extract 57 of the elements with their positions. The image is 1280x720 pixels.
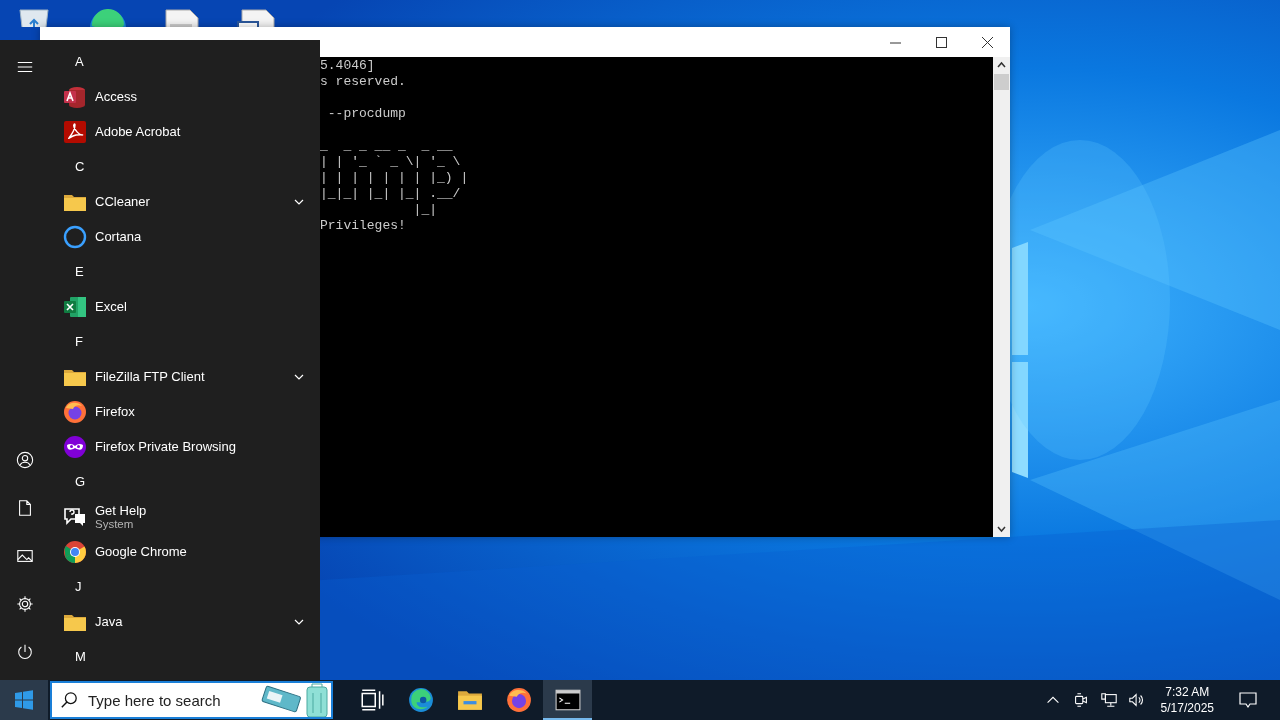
firefox-icon	[63, 399, 87, 424]
document-icon[interactable]	[16, 499, 34, 517]
pdf-icon	[63, 119, 87, 144]
user-icon[interactable]	[16, 451, 34, 469]
console-line: _ _ _ __ _ _ __	[320, 138, 453, 154]
clock[interactable]: 7:32 AM 5/17/2025	[1152, 684, 1222, 716]
terminal-icon	[554, 687, 581, 713]
app-name[interactable]: Cortana	[95, 229, 304, 244]
section-letter[interactable]: A	[58, 44, 320, 79]
section-letter[interactable]: E	[58, 254, 320, 289]
scrollbar-thumb[interactable]	[994, 74, 1009, 90]
maximize-icon	[935, 36, 947, 48]
app-name[interactable]: Get Help	[95, 503, 304, 518]
console-line: |_|_| |_| |_| .__/	[320, 186, 461, 202]
power-icon[interactable]	[16, 643, 34, 661]
console-line: s reserved.	[320, 74, 406, 90]
section-letter[interactable]: C	[58, 149, 320, 184]
scrollbar[interactable]	[993, 57, 1010, 537]
chrome-icon	[63, 539, 87, 564]
app-name[interactable]: Java	[95, 614, 286, 629]
spreadsheet-icon	[63, 294, 87, 319]
search-box[interactable]: Type here to search	[50, 681, 333, 719]
console-line: --procdump	[326, 106, 406, 122]
notifications-icon[interactable]	[1238, 690, 1258, 710]
app-name[interactable]: Firefox	[95, 404, 304, 419]
app-name[interactable]: Firefox Private Browsing	[95, 439, 304, 454]
travel-drawing	[259, 683, 331, 717]
settings-icon[interactable]	[16, 595, 34, 613]
firefox-icon	[505, 687, 532, 713]
edge-icon	[407, 687, 434, 713]
section-letter[interactable]: M	[58, 639, 320, 674]
app-name[interactable]: Google Chrome	[95, 544, 304, 559]
windows-logo-icon	[14, 690, 34, 710]
app-name[interactable]: CCleaner	[95, 194, 286, 209]
close-icon	[981, 36, 993, 48]
search-icon	[60, 691, 78, 709]
ring-icon	[63, 224, 87, 249]
mask-icon	[63, 434, 87, 459]
section-letter[interactable]: J	[58, 569, 320, 604]
app-name[interactable]: Access	[95, 89, 304, 104]
taskbar-button[interactable]	[543, 680, 592, 720]
section-letter[interactable]: G	[58, 464, 320, 499]
app-name[interactable]: Adobe Acrobat	[95, 124, 304, 139]
app-name[interactable]: FileZilla FTP Client	[95, 369, 286, 384]
console-line: Privileges!	[320, 218, 406, 234]
pictures-icon[interactable]	[16, 547, 34, 565]
database-icon	[63, 84, 87, 109]
app-name[interactable]: Excel	[95, 299, 304, 314]
start-button[interactable]	[0, 680, 48, 720]
search-field[interactable]: Type here to search	[86, 690, 251, 710]
app-subtitle: System	[95, 518, 135, 530]
console-line: 5.4046]	[320, 58, 375, 74]
console-line: | | | | | | | |_) |	[320, 170, 469, 186]
section-letter[interactable]: F	[58, 324, 320, 359]
console-line: | | '_ ` _ \| '_ \	[320, 154, 461, 170]
console-line: |_|	[412, 202, 438, 218]
task-view-icon	[358, 687, 385, 713]
